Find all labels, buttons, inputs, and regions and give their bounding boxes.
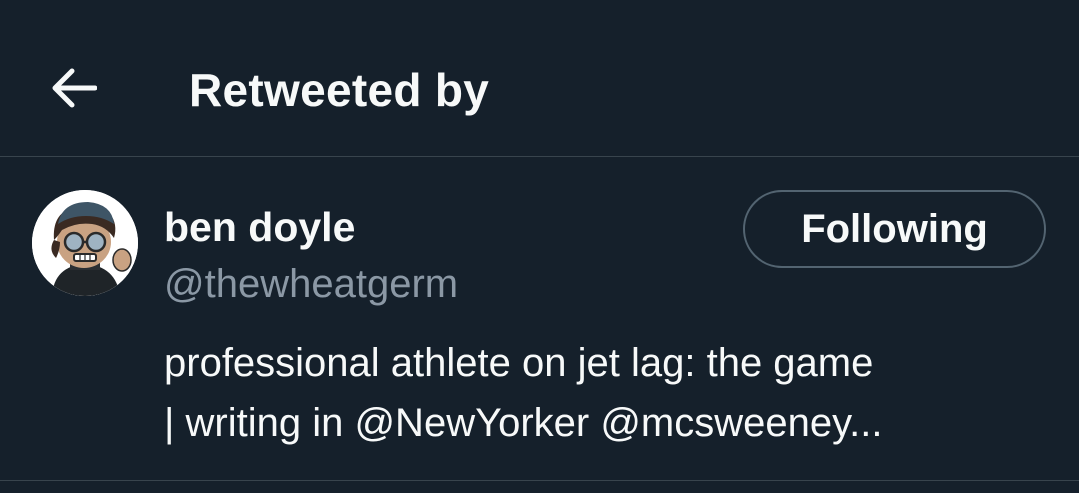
avatar[interactable] [32, 190, 138, 296]
cartoon-avatar-icon [32, 190, 138, 296]
page-title: Retweeted by [189, 64, 490, 116]
user-handle[interactable]: @thewheatgerm [164, 258, 458, 310]
bio-line: professional athlete on jet lag: the gam… [164, 341, 874, 385]
following-button[interactable]: Following [743, 190, 1046, 268]
back-button[interactable] [40, 54, 108, 122]
top-bar: Retweeted by [0, 0, 1079, 157]
user-bio: professional athlete on jet lag: the gam… [164, 333, 1054, 453]
arrow-left-icon [52, 68, 97, 108]
user-cell[interactable]: ben doyle @thewheatgerm Following profes… [0, 157, 1079, 481]
bio-line: | writing in @NewYorker @mcsweeney... [164, 401, 883, 445]
display-name[interactable]: ben doyle [164, 201, 355, 253]
